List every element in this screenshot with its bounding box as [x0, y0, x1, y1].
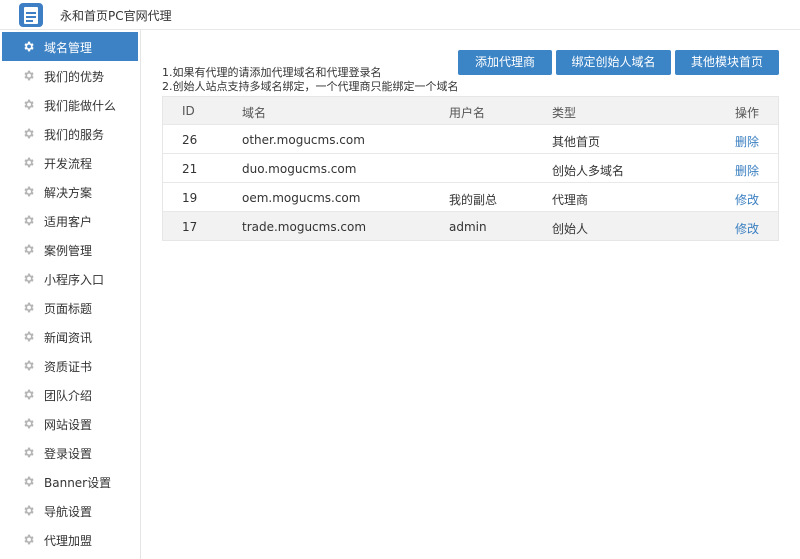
gear-icon [24, 331, 34, 342]
top-bar: 永和首页PC官网代理 [0, 0, 800, 30]
column-header-username: 用户名 [449, 106, 486, 120]
gear-icon [24, 302, 34, 313]
sidebar-item-dev-process[interactable]: 开发流程 [2, 148, 138, 177]
table-row: 21 duo.mogucms.com 创始人多域名 删除 [163, 153, 778, 182]
gear-icon [24, 99, 34, 110]
gear-icon [24, 128, 34, 139]
delete-link[interactable]: 删除 [735, 133, 759, 150]
edit-link[interactable]: 修改 [735, 191, 759, 208]
cell-type: 创始人 [552, 222, 589, 236]
cell-id: 19 [182, 191, 198, 205]
cell-domain: oem.mogucms.com [242, 191, 361, 205]
instruction-line-1: 1.如果有代理的请添加代理域名和代理登录名 [162, 66, 382, 79]
sidebar-item-label: 我们的优势 [44, 70, 105, 84]
cell-id: 26 [182, 133, 198, 147]
sidebar-item-login-settings[interactable]: 登录设置 [2, 438, 138, 467]
sidebar-item-label: 开发流程 [44, 157, 93, 171]
gear-icon [24, 534, 34, 545]
gear-icon [24, 70, 34, 81]
sidebar-item-label: 导航设置 [44, 505, 93, 519]
sidebar-item-miniprogram[interactable]: 小程序入口 [2, 264, 138, 293]
sidebar-item-what-we-do[interactable]: 我们能做什么 [2, 90, 138, 119]
sidebar-item-site-settings[interactable]: 网站设置 [2, 409, 138, 438]
sidebar-item-label: Banner设置 [44, 476, 112, 490]
delete-link[interactable]: 删除 [735, 162, 759, 179]
sidebar-item-label: 解决方案 [44, 186, 93, 200]
sidebar-item-label: 我们能做什么 [44, 99, 117, 113]
sidebar-item-banner-settings[interactable]: Banner设置 [2, 467, 138, 496]
sidebar-item-label: 小程序入口 [44, 273, 105, 287]
column-header-id: ID [182, 104, 195, 118]
table-header: ID 域名 用户名 类型 操作 [163, 97, 778, 124]
cell-domain: trade.mogucms.com [242, 220, 367, 234]
table-row: 19 oem.mogucms.com 我的副总 代理商 修改 [163, 182, 778, 211]
cell-id: 21 [182, 162, 198, 176]
gear-icon [24, 41, 34, 52]
gear-icon [24, 157, 34, 168]
gear-icon [24, 447, 34, 458]
gear-icon [24, 215, 34, 226]
table-row: 26 other.mogucms.com 其他首页 删除 [163, 124, 778, 153]
sidebar-item-label: 适用客户 [44, 215, 93, 229]
gear-icon [24, 186, 34, 197]
sidebar-item-label: 页面标题 [44, 302, 93, 316]
cell-type: 其他首页 [552, 135, 601, 149]
cell-type: 创始人多域名 [552, 164, 625, 178]
sidebar-item-solutions[interactable]: 解决方案 [2, 177, 138, 206]
instruction-line-2: 2.创始人站点支持多域名绑定，一个代理商只能绑定一个域名 [162, 80, 459, 93]
app-title: 永和首页PC官网代理 [60, 9, 172, 23]
instructions: 1.如果有代理的请添加代理域名和代理登录名 2.创始人站点支持多域名绑定，一个代… [162, 66, 459, 94]
gear-icon [24, 244, 34, 255]
sidebar-item-label: 资质证书 [44, 360, 93, 374]
sidebar-item-label: 我们的服务 [44, 128, 105, 142]
bind-founder-domain-button[interactable]: 绑定创始人域名 [556, 50, 671, 75]
gear-icon [24, 273, 34, 284]
other-module-home-button[interactable]: 其他模块首页 [675, 50, 779, 75]
sidebar: 域名管理 我们的优势 我们能做什么 我们的服务 开发流程 解决方案 适用客户 案… [0, 30, 141, 559]
sidebar-item-label: 案例管理 [44, 244, 93, 258]
gear-icon [24, 505, 34, 516]
gear-icon [24, 418, 34, 429]
document-logo-icon [19, 3, 43, 27]
cell-username: admin [449, 220, 487, 234]
table-row: 17 trade.mogucms.com admin 创始人 修改 [163, 211, 778, 240]
sidebar-item-certificates[interactable]: 资质证书 [2, 351, 138, 380]
edit-link[interactable]: 修改 [735, 220, 759, 237]
column-header-type: 类型 [552, 106, 577, 120]
sidebar-item-label: 域名管理 [44, 41, 93, 55]
sidebar-item-services[interactable]: 我们的服务 [2, 119, 138, 148]
sidebar-item-customers[interactable]: 适用客户 [2, 206, 138, 235]
sidebar-item-label: 登录设置 [44, 447, 93, 461]
domain-table: ID 域名 用户名 类型 操作 26 other.mogucms.com 其他首… [162, 96, 779, 241]
gear-icon [24, 476, 34, 487]
column-header-actions: 操作 [734, 106, 759, 120]
cell-type: 代理商 [552, 193, 589, 207]
sidebar-item-news[interactable]: 新闻资讯 [2, 322, 138, 351]
sidebar-item-cases[interactable]: 案例管理 [2, 235, 138, 264]
sidebar-item-team[interactable]: 团队介绍 [2, 380, 138, 409]
cell-username: 我的副总 [449, 193, 498, 207]
cell-domain: duo.mogucms.com [242, 162, 357, 176]
cell-id: 17 [182, 220, 198, 234]
sidebar-item-agent-join[interactable]: 代理加盟 [2, 525, 138, 554]
sidebar-item-domain-management[interactable]: 域名管理 [2, 32, 138, 61]
cell-domain: other.mogucms.com [242, 133, 365, 147]
column-header-domain: 域名 [242, 106, 267, 120]
gear-icon [24, 360, 34, 371]
sidebar-item-page-title[interactable]: 页面标题 [2, 293, 138, 322]
gear-icon [24, 389, 34, 400]
sidebar-item-label: 团队介绍 [44, 389, 93, 403]
sidebar-item-advantages[interactable]: 我们的优势 [2, 61, 138, 90]
sidebar-item-label: 代理加盟 [44, 534, 93, 548]
sidebar-item-label: 网站设置 [44, 418, 93, 432]
sidebar-item-nav-settings[interactable]: 导航设置 [2, 496, 138, 525]
add-agent-button[interactable]: 添加代理商 [458, 50, 552, 75]
sidebar-item-label: 新闻资讯 [44, 331, 93, 345]
